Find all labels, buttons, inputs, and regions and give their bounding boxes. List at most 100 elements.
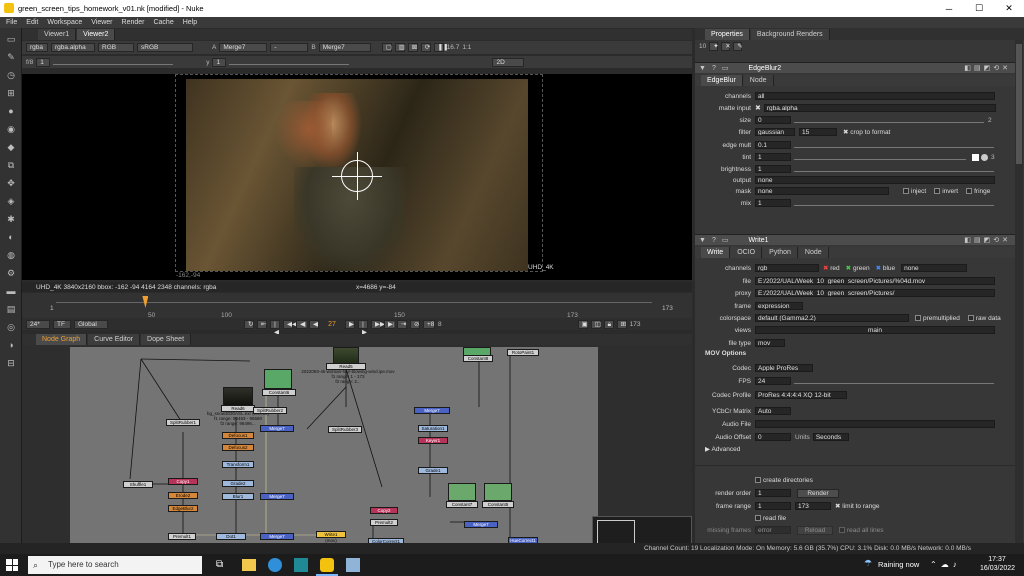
maximize-button[interactable]: ☐ bbox=[964, 0, 994, 17]
matte-input-dropdown[interactable]: rgba.alpha bbox=[763, 104, 996, 112]
play-icon[interactable]: ▶ bbox=[345, 319, 355, 329]
edgeblur2-node[interactable]: EdgeBlur2 bbox=[168, 505, 198, 512]
flipbook-icon[interactable]: ▣ bbox=[577, 319, 588, 329]
draw-node-icon[interactable]: ✎ bbox=[5, 52, 17, 63]
last-frame-icon[interactable]: ⇥ bbox=[397, 319, 407, 329]
zoom-ratio[interactable]: 1:1 bbox=[462, 44, 471, 51]
raw-data-checkbox[interactable]: raw data bbox=[967, 315, 1001, 322]
gamma-slider[interactable] bbox=[229, 59, 350, 65]
read-all-lines-checkbox[interactable]: read all lines bbox=[839, 527, 884, 534]
mix-slider[interactable] bbox=[794, 201, 994, 206]
lut-dropdown[interactable]: sRGB bbox=[137, 43, 193, 52]
color-wheel-icon[interactable] bbox=[981, 153, 988, 161]
tab-python[interactable]: Python bbox=[763, 247, 798, 258]
invert-checkbox[interactable]: invert bbox=[934, 188, 958, 195]
current-frame-field[interactable]: 27 bbox=[322, 321, 342, 328]
task-view-icon[interactable]: ⧉ bbox=[216, 559, 228, 571]
edge-mult-slider[interactable] bbox=[794, 143, 994, 148]
tab-dope-sheet[interactable]: Dope Sheet bbox=[141, 334, 192, 345]
channel-node-icon[interactable]: ⊞ bbox=[5, 88, 17, 99]
write-channels-dropdown[interactable]: rgb bbox=[755, 264, 819, 272]
filter-dropdown[interactable]: gaussian bbox=[755, 128, 795, 136]
erode2-node[interactable]: Erode2 bbox=[168, 492, 198, 499]
collapse-icon[interactable]: ▼ bbox=[699, 65, 706, 72]
audio-file-field[interactable] bbox=[755, 420, 995, 428]
file-explorer-icon[interactable] bbox=[242, 559, 256, 571]
copy1-node[interactable]: Copy1 bbox=[168, 478, 198, 485]
crop-to-format-checkbox[interactable]: ✖ crop to format bbox=[843, 128, 890, 136]
defocus2-node[interactable]: Defocus2 bbox=[222, 444, 254, 451]
menu-workspace[interactable]: Workspace bbox=[47, 19, 82, 26]
max-panels-field[interactable]: 10 bbox=[699, 43, 706, 50]
premult1-node[interactable]: Premult1 bbox=[168, 533, 196, 540]
splitrubber1-node[interactable]: SplitRubber1 bbox=[166, 419, 200, 426]
keyer1-node[interactable]: Keyer1 bbox=[418, 437, 448, 444]
weather-text[interactable]: Raining now bbox=[878, 560, 919, 569]
tab-edgeblur[interactable]: EdgeBlur bbox=[701, 75, 743, 86]
filter-quality-field[interactable]: 15 bbox=[799, 128, 837, 136]
tab-write-node[interactable]: Node bbox=[798, 247, 829, 258]
codec-profile-dropdown[interactable]: ProRes 4:4:4:4 XQ 12-bit bbox=[755, 391, 847, 399]
menu-viewer[interactable]: Viewer bbox=[91, 19, 112, 26]
furnace-node-icon[interactable]: ▤ bbox=[5, 304, 17, 315]
reload-button[interactable]: Reload bbox=[797, 525, 833, 535]
edit-icon[interactable]: ✎ bbox=[733, 41, 743, 51]
other-node-icon[interactable]: ▬ bbox=[5, 286, 17, 297]
limit-to-range-checkbox[interactable]: ✖ limit to range bbox=[835, 502, 879, 510]
tint-field[interactable]: 1 bbox=[755, 153, 791, 161]
fps-field[interactable]: 24 bbox=[755, 377, 791, 385]
clock-time[interactable]: 17:37 bbox=[980, 556, 1014, 563]
metadata-node-icon[interactable]: ◐ bbox=[5, 232, 17, 243]
panel-controls-icon[interactable]: ◧▤◩⟲✕ bbox=[964, 64, 1011, 72]
merge-right-node[interactable]: Merge7 bbox=[464, 521, 498, 528]
grade2-node[interactable]: Grade2 bbox=[222, 480, 254, 487]
menu-edit[interactable]: Edit bbox=[26, 19, 38, 26]
codec-dropdown[interactable]: Apple ProRes bbox=[755, 364, 813, 372]
gamma-field[interactable]: 1 bbox=[212, 57, 227, 67]
blue-checkbox[interactable]: ✖ blue bbox=[876, 264, 896, 272]
node-graph-canvas[interactable]: Read5 2022093-4k-woman-hair-blowing-wind… bbox=[70, 347, 598, 548]
time-node-icon[interactable]: ◷ bbox=[5, 70, 17, 81]
tab-properties[interactable]: Properties bbox=[705, 28, 750, 40]
windows-start-icon[interactable] bbox=[6, 559, 18, 571]
inject-checkbox[interactable]: inject bbox=[903, 188, 926, 195]
skip-icon[interactable]: +8 bbox=[423, 319, 435, 329]
nuke-taskbar-icon[interactable] bbox=[320, 558, 334, 572]
merge-node-icon[interactable]: ⧉ bbox=[5, 160, 17, 171]
tab-curve-editor[interactable]: Curve Editor bbox=[88, 334, 141, 345]
missing-frames-dropdown[interactable]: error bbox=[755, 526, 791, 534]
rotopaint1-node[interactable]: RotoPaint1 bbox=[507, 349, 539, 356]
blur1-node[interactable]: Blur1 bbox=[222, 493, 254, 500]
units-dropdown[interactable]: Seconds bbox=[812, 433, 849, 441]
mix-field[interactable]: 1 bbox=[755, 199, 791, 207]
fps-dropdown[interactable]: 24* bbox=[26, 319, 50, 329]
grade1-node[interactable]: Grade1 bbox=[418, 467, 448, 474]
float-icon[interactable]: ▭ bbox=[722, 64, 729, 72]
size-field[interactable]: 0 bbox=[755, 116, 791, 124]
advanced-toggle[interactable]: ▶ Advanced bbox=[705, 445, 740, 453]
grid-node-icon[interactable]: ⊟ bbox=[5, 358, 17, 369]
copy2-node[interactable]: Copy2 bbox=[370, 507, 398, 514]
premultiplied-checkbox[interactable]: premultiplied bbox=[915, 315, 960, 322]
menu-render[interactable]: Render bbox=[122, 19, 145, 26]
constant5-thumbnail[interactable] bbox=[484, 483, 512, 501]
channels-dropdown[interactable]: rgba bbox=[26, 43, 48, 52]
merge-left-node[interactable]: Merge7 bbox=[260, 425, 294, 432]
range-icon[interactable]: ⊞ bbox=[616, 319, 627, 329]
next-frame-icon[interactable]: |▶ bbox=[358, 319, 368, 336]
clear-panels-icon[interactable]: ✕ bbox=[721, 41, 731, 51]
compare-op-dropdown[interactable]: - bbox=[270, 43, 309, 52]
render-order-field[interactable]: 1 bbox=[755, 489, 791, 497]
tint-channels-count[interactable]: 3 bbox=[991, 154, 995, 161]
frame-mode-dropdown[interactable]: expression bbox=[755, 302, 803, 310]
frame-range-start-field[interactable]: 1 bbox=[755, 502, 791, 510]
fringe-checkbox[interactable]: fringe bbox=[966, 188, 990, 195]
splitrubber2-node[interactable]: SplitRubber2 bbox=[253, 407, 287, 414]
gain-field[interactable]: 1 bbox=[36, 57, 51, 67]
constant7-thumbnail[interactable] bbox=[448, 483, 476, 501]
b-input-dropdown[interactable]: Merge7 bbox=[318, 43, 371, 52]
image-node-icon[interactable]: ▭ bbox=[5, 34, 17, 45]
clock-date[interactable]: 16/03/2022 bbox=[980, 565, 1015, 572]
monitor-icon[interactable]: ◫ bbox=[590, 319, 601, 329]
pin-icon[interactable]: ✦ bbox=[709, 41, 719, 51]
